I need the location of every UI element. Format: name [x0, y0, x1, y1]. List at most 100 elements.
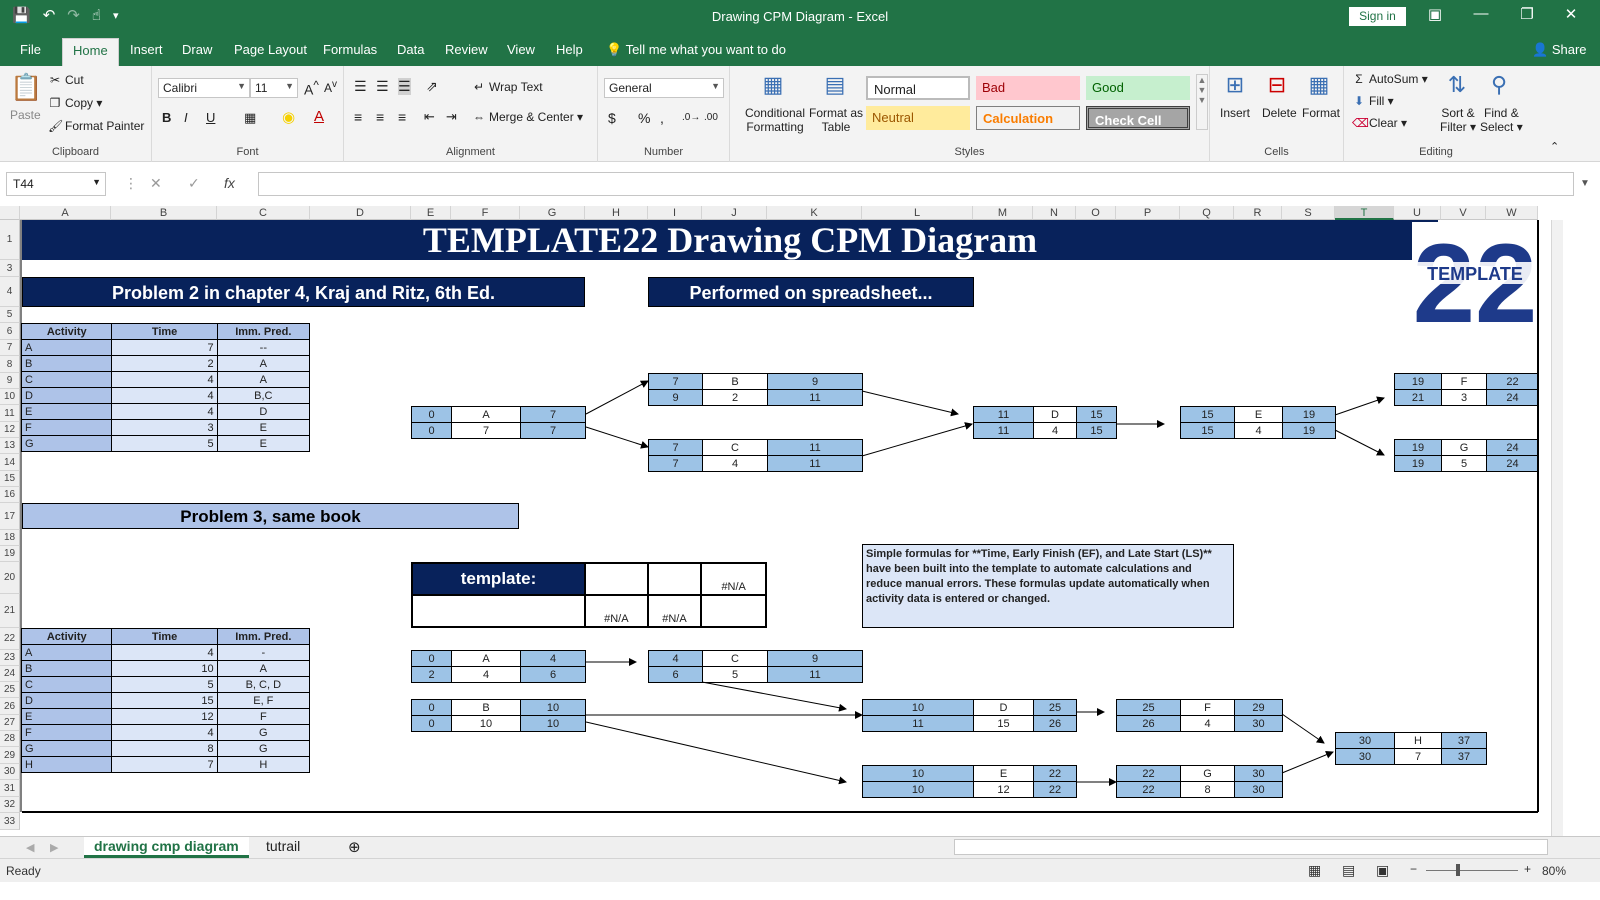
node-cell[interactable]: B: [702, 373, 768, 390]
node-cell[interactable]: 37: [1441, 748, 1487, 765]
node-cell[interactable]: 24: [1486, 439, 1539, 456]
template-na-cell[interactable]: #N/A: [584, 594, 649, 628]
table-cell[interactable]: G: [216, 740, 311, 757]
node-cell[interactable]: 21: [1394, 389, 1442, 406]
node-cell[interactable]: 0: [411, 699, 452, 716]
insert-button[interactable]: Insert: [1220, 106, 1250, 120]
node-cell[interactable]: 3: [1441, 389, 1487, 406]
autosum-button[interactable]: Σ AutoSum ▾: [1352, 72, 1427, 86]
node-cell[interactable]: 9: [767, 650, 863, 667]
node-cell[interactable]: 7: [648, 439, 703, 456]
node-cell[interactable]: 22: [1033, 781, 1077, 798]
node-cell[interactable]: 37: [1441, 732, 1487, 749]
table-cell[interactable]: C: [20, 676, 113, 693]
node-cell[interactable]: 10: [862, 781, 974, 798]
font-name-combo[interactable]: Calibri ▼: [158, 78, 250, 98]
node-cell[interactable]: 5: [1441, 455, 1487, 472]
column-header[interactable]: H: [585, 206, 648, 220]
delete-cells-icon[interactable]: ⊟: [1260, 72, 1294, 98]
node-cell[interactable]: 4: [451, 666, 521, 683]
table-cell[interactable]: D: [20, 692, 113, 709]
template-cell[interactable]: [584, 562, 649, 596]
row-header[interactable]: 29: [0, 747, 20, 764]
expand-formula-bar-icon[interactable]: ▼: [1580, 178, 1590, 189]
share-button[interactable]: 👤 Share: [1532, 42, 1587, 58]
copy-button[interactable]: ❐ Copy ▾: [48, 96, 103, 110]
column-header[interactable]: B: [111, 206, 217, 220]
zoom-in-icon[interactable]: +: [1524, 862, 1531, 876]
sign-in-button[interactable]: Sign in: [1349, 7, 1406, 26]
tab-help[interactable]: Help: [556, 42, 583, 57]
table-cell[interactable]: H: [20, 756, 113, 773]
table-cell[interactable]: 7: [111, 756, 218, 773]
row-header[interactable]: 24: [0, 666, 20, 682]
percent-button[interactable]: %: [638, 110, 650, 126]
tab-page-layout[interactable]: Page Layout: [234, 42, 307, 57]
template-cell[interactable]: [411, 594, 586, 628]
column-header[interactable]: L: [862, 206, 973, 220]
align-right-icon[interactable]: ≡: [398, 109, 406, 125]
sheet-tab-drawing[interactable]: drawing cmp diagram: [84, 837, 249, 858]
font-size-combo[interactable]: 11 ▼: [250, 78, 298, 98]
node-cell[interactable]: 0: [411, 422, 452, 439]
formula-input[interactable]: [258, 172, 1574, 196]
column-header[interactable]: S: [1282, 206, 1335, 220]
number-format-combo[interactable]: General ▼: [604, 78, 724, 98]
node-cell[interactable]: 10: [862, 699, 974, 716]
zoom-slider[interactable]: [1426, 870, 1518, 871]
table-cell[interactable]: 4: [111, 403, 218, 420]
style-check-cell[interactable]: Check Cell: [1086, 106, 1190, 130]
node-cell[interactable]: 0: [411, 406, 452, 423]
node-cell[interactable]: 25: [1033, 699, 1077, 716]
node-cell[interactable]: 15: [1076, 422, 1117, 439]
borders-icon[interactable]: ▦: [244, 110, 256, 126]
row-header[interactable]: 6: [0, 323, 20, 340]
node-cell[interactable]: 24: [1486, 455, 1539, 472]
column-header[interactable]: F: [451, 206, 520, 220]
column-header[interactable]: A: [20, 206, 111, 220]
column-header[interactable]: E: [411, 206, 451, 220]
style-calculation[interactable]: Calculation: [976, 106, 1080, 130]
node-cell[interactable]: 15: [1180, 406, 1235, 423]
column-header[interactable]: O: [1076, 206, 1116, 220]
node-cell[interactable]: 26: [1033, 715, 1077, 732]
node-cell[interactable]: 4: [1234, 422, 1283, 439]
tab-review[interactable]: Review: [445, 42, 488, 57]
font-color-icon[interactable]: A: [314, 108, 324, 125]
zoom-out-icon[interactable]: −: [1410, 862, 1417, 876]
table-cell[interactable]: F: [216, 708, 311, 725]
normal-view-icon[interactable]: ▦: [1308, 862, 1321, 879]
row-header[interactable]: 9: [0, 373, 20, 389]
row-header[interactable]: 12: [0, 422, 20, 438]
row-header[interactable]: 23: [0, 650, 20, 666]
node-cell[interactable]: 11: [767, 389, 863, 406]
row-header[interactable]: 28: [0, 731, 20, 747]
table-cell[interactable]: E: [20, 708, 113, 725]
node-cell[interactable]: B: [451, 699, 521, 716]
format-as-table-icon[interactable]: ▤: [818, 72, 852, 98]
sort-filter-icon[interactable]: ⇅: [1440, 72, 1474, 98]
style-normal[interactable]: Normal: [866, 76, 970, 100]
row-header[interactable]: 22: [0, 628, 20, 650]
fill-button[interactable]: ⬇ Fill ▾: [1352, 94, 1394, 108]
table-cell[interactable]: E: [216, 419, 311, 436]
paste-icon[interactable]: 📋: [10, 72, 42, 103]
node-cell[interactable]: A: [451, 406, 521, 423]
table-cell[interactable]: 4: [111, 724, 218, 741]
minimize-icon[interactable]: —: [1470, 5, 1492, 22]
node-cell[interactable]: G: [1441, 439, 1487, 456]
bold-button[interactable]: B: [162, 110, 171, 125]
table-cell[interactable]: F: [20, 724, 113, 741]
sheet-tab-tutrail[interactable]: tutrail: [256, 837, 310, 858]
row-header[interactable]: 5: [0, 307, 20, 323]
node-cell[interactable]: 4: [1180, 715, 1235, 732]
node-cell[interactable]: A: [451, 650, 521, 667]
node-cell[interactable]: 0: [411, 715, 452, 732]
vertical-scrollbar[interactable]: [1551, 220, 1563, 836]
cancel-icon[interactable]: ✕: [150, 175, 162, 192]
zoom-slider-thumb[interactable]: [1456, 864, 1460, 876]
node-cell[interactable]: 11: [862, 715, 974, 732]
tab-draw[interactable]: Draw: [182, 42, 212, 57]
row-header[interactable]: 3: [0, 260, 20, 277]
underline-button[interactable]: U: [206, 110, 215, 125]
